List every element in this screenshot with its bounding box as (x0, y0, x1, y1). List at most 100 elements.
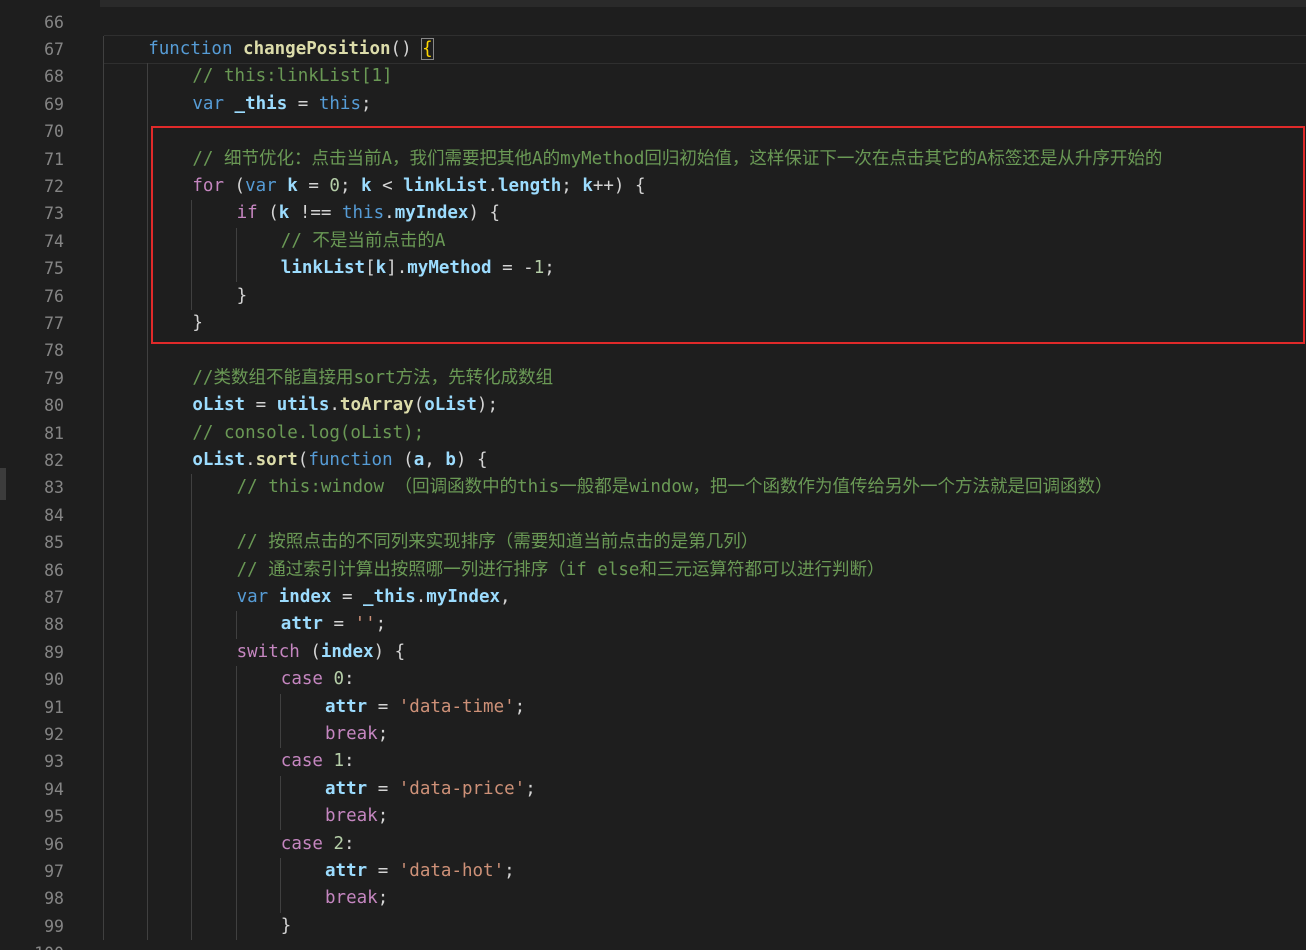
code-token: 'data-time' (398, 696, 515, 717)
code-line[interactable]: break; (325, 803, 388, 830)
code-line[interactable]: case 0: (281, 666, 355, 693)
code-line[interactable]: // this:window （回调函数中的this一般都是window，把一个… (237, 474, 1113, 501)
code-token: 'data-price' (398, 778, 526, 799)
code-token: changePosition (243, 38, 391, 59)
code-line[interactable]: attr = 'data-price'; (325, 776, 536, 803)
code-token: ( (392, 449, 414, 470)
code-line[interactable]: attr = ''; (281, 611, 386, 638)
code-line[interactable]: break; (325, 721, 388, 748)
code-token: utils (276, 395, 330, 416)
red-highlight-box (151, 126, 1305, 344)
code-line[interactable]: switch (index) { (237, 639, 406, 666)
code-token: ; (361, 93, 372, 114)
code-line[interactable]: var _this = this; (192, 91, 371, 118)
code-token: ) { (455, 449, 488, 470)
indent-guide (147, 63, 148, 941)
code-token: 1 (333, 751, 345, 772)
code-token: case (280, 751, 323, 772)
code-token: case (280, 833, 323, 854)
indent-guide (103, 35, 104, 941)
code-token: : (344, 833, 355, 854)
code-token: ( (299, 641, 321, 662)
code-line[interactable]: case 2: (281, 831, 355, 858)
code-token: this (318, 93, 361, 114)
code-token: function (148, 38, 233, 59)
code-token: break (325, 806, 378, 827)
code-token: . (245, 449, 256, 470)
code-token: : (344, 751, 355, 772)
indent-guide (280, 857, 281, 913)
code-line[interactable]: break; (325, 885, 388, 912)
code-token: = (367, 696, 399, 717)
code-token: 0 (333, 669, 345, 690)
code-token: = (287, 93, 319, 114)
code-token: ; (504, 860, 515, 881)
code-token: switch (236, 641, 300, 662)
code-token: . (329, 395, 340, 416)
code-token: var (192, 93, 224, 114)
code-token: } (280, 915, 292, 936)
code-line[interactable]: var index = _this.myIndex, (237, 584, 511, 611)
code-token: // 按照点击的不同列来实现排序（需要知道当前点击的是第几列） (236, 532, 759, 553)
code-token: , (424, 449, 446, 470)
code-token: break (325, 888, 378, 909)
code-line[interactable]: attr = 'data-time'; (325, 694, 525, 721)
code-token: oList (424, 395, 477, 416)
code-token: { (421, 37, 434, 60)
code-token: // console.log(oList); (192, 422, 425, 443)
code-token: // 通过索引计算出按照哪一列进行排序（if else和三元运算符都可以进行判断… (236, 559, 885, 580)
code-token: , (500, 586, 511, 607)
code-token: ; (377, 806, 389, 827)
code-line[interactable]: oList.sort(function (a, b) { (192, 447, 487, 474)
code-token: attr (280, 614, 323, 635)
code-token: function (308, 449, 393, 470)
code-editor[interactable]: 66 67 68 69 70 71 72 73 74 75 76 77 78 79 80 81 82 83 84 85… (0, 0, 1306, 950)
code-line[interactable]: //类数组不能直接用sort方法，先转化成数组 (192, 365, 553, 392)
code-line[interactable]: } (281, 913, 292, 940)
code-line[interactable]: // console.log(oList); (192, 420, 424, 447)
code-token: index (320, 641, 374, 662)
code-token: () (390, 38, 423, 59)
code-token: toArray (339, 395, 414, 416)
code-token: . (415, 586, 427, 607)
code-token: = (331, 586, 364, 607)
code-line[interactable]: oList = utils.toArray(oList); (192, 392, 498, 419)
code-token: a (413, 449, 425, 470)
code-token: case (280, 669, 323, 690)
code-token: var (236, 586, 269, 607)
indent-guide (236, 666, 237, 941)
code-token: ( (297, 449, 309, 470)
indent-guide (280, 775, 281, 831)
code-line[interactable]: function changePosition() { (148, 36, 434, 63)
scroll-marker (0, 468, 6, 500)
code-line[interactable]: case 1: (281, 748, 355, 775)
indent-guide (236, 611, 237, 639)
code-token: oList (192, 449, 246, 470)
code-token: ( (413, 395, 425, 416)
code-token: sort (255, 449, 298, 470)
code-line[interactable]: // 按照点击的不同列来实现排序（需要知道当前点击的是第几列） (237, 529, 759, 556)
code-token: = (367, 778, 399, 799)
code-token: attr (325, 696, 368, 717)
code-token: // this:window （回调函数中的this一般都是window，把一个… (236, 477, 1113, 498)
code-token: = (245, 395, 277, 416)
code-token: _this (363, 586, 416, 607)
code-line[interactable]: // 通过索引计算出按照哪一列进行排序（if else和三元运算符都可以进行判断… (237, 557, 885, 584)
code-token: : (344, 669, 355, 690)
code-token: ; (375, 614, 387, 635)
code-line[interactable]: attr = 'data-hot'; (325, 858, 515, 885)
code-line[interactable]: // this:linkList[1] (192, 63, 392, 90)
code-token: = (367, 860, 399, 881)
code-token: attr (325, 860, 368, 881)
code-token: = (322, 614, 355, 635)
code-token: ; (514, 696, 526, 717)
code-token: //类数组不能直接用sort方法，先转化成数组 (192, 367, 554, 388)
code-token: b (445, 449, 456, 470)
code-token: 'data-hot' (398, 860, 505, 881)
code-token: myIndex (426, 586, 501, 607)
